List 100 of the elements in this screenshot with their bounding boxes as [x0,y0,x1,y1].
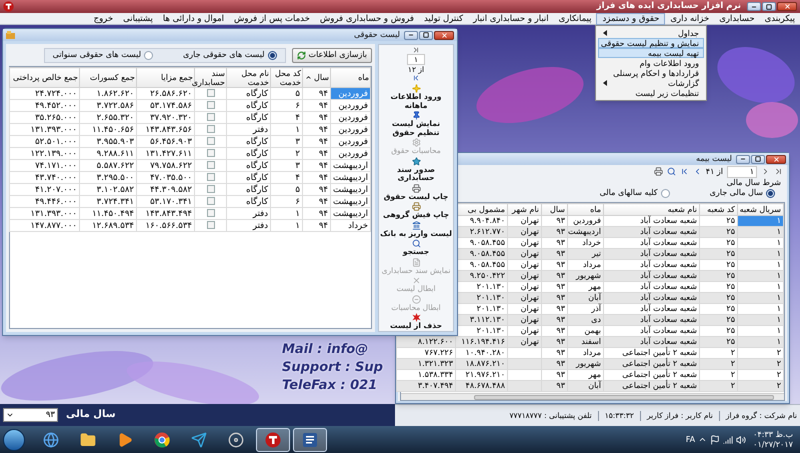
menu-item[interactable]: تنظیمات زیر لیست [598,88,704,98]
menu-item[interactable]: خزانه داری [665,12,714,24]
maximize-icon [423,32,429,38]
maximize-button[interactable] [751,154,765,164]
next-page-button[interactable] [761,167,770,176]
menu-item[interactable]: حقوق و دستمزد [596,12,666,24]
maximize-button[interactable] [762,2,776,11]
last-page-button[interactable] [412,46,420,54]
start-button[interactable] [3,428,25,450]
table-cell: ۱۴۳.۸۴۳.۴۹۴ [136,208,194,220]
menu-item[interactable]: نمایش و تنظیم لیست حقوقی [598,38,704,48]
column-header[interactable]: سند حسابداری [194,68,226,88]
radio-button[interactable] [268,50,277,60]
checkbox[interactable] [206,173,214,182]
menu-item[interactable]: اموال و دارائی ها [158,12,230,24]
checkbox[interactable] [206,209,214,218]
menu-item[interactable]: انبار و حسابداری انبار [468,12,554,24]
table-cell: ۱۲۲.۱۳۹.۰۰۰ [10,148,80,160]
column-header[interactable]: ماه [568,204,604,216]
table-cell: ۵۳.۱۷۰.۳۴۱ [136,196,194,208]
table-cell: ۱ [270,208,302,220]
minimize-button[interactable] [404,30,418,40]
checkbox[interactable] [206,113,214,122]
first-page-button[interactable] [412,74,420,82]
fiscal-year-select[interactable]: ۹۳ [3,408,58,422]
first-page-button[interactable] [680,167,689,176]
table-cell: کارگاه [226,136,270,148]
close-button[interactable] [777,2,797,11]
last-page-icon [774,167,783,176]
minimize-button[interactable] [736,154,750,164]
checkbox[interactable] [206,149,214,158]
table-cell: ۱ [270,220,302,232]
menu-item[interactable]: ورود اطلاعات وام [598,58,704,68]
checkbox[interactable] [206,101,214,110]
menu-item[interactable]: پشتیبانی [118,12,158,24]
menu-item[interactable]: کنترل تولید [418,12,468,24]
checkbox[interactable] [206,197,214,206]
maximize-button[interactable] [419,30,433,40]
column-header[interactable]: سریال شعبه [738,204,784,216]
column-header[interactable]: نام محل خدمت [226,68,270,88]
radio-label[interactable]: کلیه سالهای مالی [600,188,658,198]
checkbox[interactable] [206,89,214,98]
radio-button[interactable] [766,188,775,198]
radio-button[interactable] [660,188,670,198]
clock[interactable]: ب.ظ ۰۴:۳۳ ۰۱/۲۷/۲۰۱۷ [749,430,797,450]
menu-item[interactable]: گزارشات [598,78,704,88]
table-cell: اردیبهشت [330,160,370,172]
table-cell: فروردین [330,148,370,160]
close-button[interactable] [766,154,786,164]
column-header[interactable]: نام شعبه [604,204,700,216]
table-cell: ۴۹.۴۵۲.۰۰۰ [10,100,80,112]
checkbox[interactable] [206,161,214,170]
menu-item[interactable]: پیکربندی [760,12,800,24]
radio-button[interactable] [144,50,154,60]
column-header[interactable]: جمع کسورات [80,68,136,88]
search-button[interactable] [666,167,676,176]
checkbox[interactable] [206,125,214,134]
page-total: از ۴۱ [706,166,723,176]
rebuild-button[interactable]: بازسازی اطلاعات [292,48,372,62]
play-icon [117,432,133,448]
menu-item[interactable]: تهیه لیست بیمه [598,48,704,58]
menu-item[interactable]: جداول [598,28,704,38]
table-cell: کارگاه [226,88,270,100]
print-button[interactable] [654,167,663,176]
disc-icon [228,432,244,448]
page-field[interactable]: ۱ [727,166,757,178]
table-cell: ۲ [700,380,738,392]
column-header[interactable]: کد شعبه [700,204,738,216]
menu-item[interactable]: فروش و حسابداری فروش [314,12,419,24]
column-header[interactable]: کد محل خدمت [270,68,302,88]
table-cell: خرداد [330,220,370,232]
menu-item[interactable]: خروج [88,12,118,24]
menu-item[interactable]: پیمانکاری [554,12,596,24]
column-header[interactable]: سال [542,204,568,216]
taskbar-app-button[interactable] [293,428,327,452]
checkbox[interactable] [206,137,214,146]
last-page-button[interactable] [774,167,783,176]
column-header[interactable]: مشمول بی [456,204,508,216]
table-cell: کارگاه [226,160,270,172]
menu-item[interactable]: قراردادها و احکام پرسنلی [598,68,704,78]
column-header[interactable]: ماه [330,68,370,88]
minimize-button[interactable] [747,2,761,11]
menu-item[interactable]: خدمات پس از فروش [229,12,315,24]
language-indicator[interactable]: FA [686,434,696,446]
radio-label[interactable]: سال مالی جاری [710,188,763,198]
radio-label[interactable]: لیست های حقوقی سنواتی [52,50,142,60]
table-cell: ۷۴.۱۷۱.۰۰۰ [10,160,80,172]
radio-label[interactable]: لیست های حقوقی جاری [183,50,265,60]
column-header[interactable]: سال [302,68,330,88]
menu-item[interactable]: حسابداری [714,12,760,24]
checkbox[interactable] [206,185,214,194]
checkbox[interactable] [206,221,214,230]
table-cell: ۹۴ [302,100,330,112]
column-header[interactable]: نام شهر [508,204,542,216]
burst-icon [412,313,420,322]
close-button[interactable] [434,30,454,40]
horizontal-scrollbar[interactable] [401,393,784,400]
column-header[interactable]: جمع خالص پرداختی [10,68,80,88]
taskbar-app-button[interactable] [256,428,290,452]
table-cell: ۱ [270,124,302,136]
